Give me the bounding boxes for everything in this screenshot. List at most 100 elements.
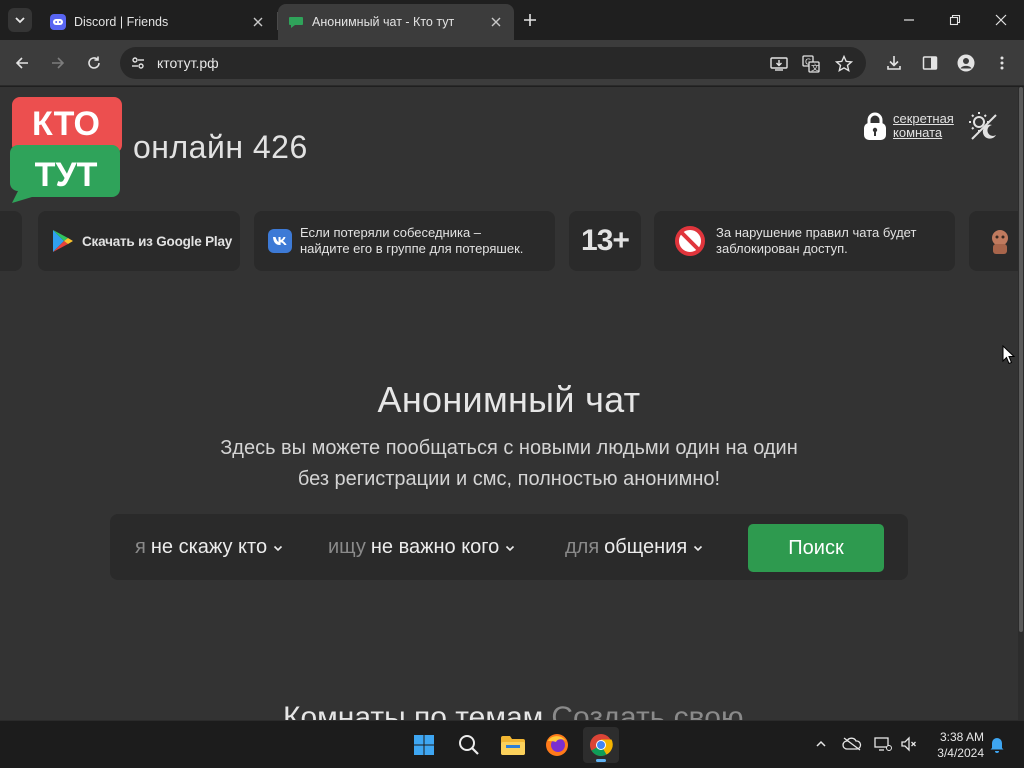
my-gender-value: не скажу кто <box>150 536 268 558</box>
tab-kto-tut[interactable]: Анонимный чат - Кто тут <box>278 4 514 40</box>
folder-icon <box>501 736 525 755</box>
tab-strip: Discord | Friends Анонимный чат - Кто ту… <box>0 0 1024 40</box>
close-tab-icon[interactable] <box>488 14 504 30</box>
close-window-button[interactable] <box>978 0 1024 40</box>
site-info-icon[interactable] <box>128 53 148 73</box>
online-counter: онлайн 426 <box>133 129 308 165</box>
search-icon <box>459 735 479 755</box>
info-cards-carousel[interactable]: Скачать из Google Play Если потеряли соб… <box>0 211 1018 271</box>
purpose-value: общения <box>604 536 688 558</box>
minimize-button[interactable] <box>886 0 932 40</box>
install-app-icon[interactable] <box>768 53 790 75</box>
menu-button[interactable] <box>988 49 1016 77</box>
rules-card-line1: За нарушение правил чата будет <box>716 225 917 240</box>
hero-subtitle: Здесь вы можете пообщаться с новыми людь… <box>0 433 1018 495</box>
taskbar-chrome[interactable] <box>583 727 619 763</box>
secret-room-link[interactable]: секретная комната <box>862 111 954 141</box>
chevron-up-icon <box>816 740 826 747</box>
chat-bubble-icon <box>288 14 304 30</box>
network-icon <box>874 737 892 751</box>
rules-warning-card[interactable]: За нарушение правил чата будет заблокиро… <box>654 211 955 271</box>
google-play-label: Скачать из Google Play <box>82 233 233 249</box>
seek-gender-select[interactable]: ищу не важно кого <box>328 536 515 559</box>
plus-icon <box>524 14 536 26</box>
tray-onedrive[interactable] <box>841 733 863 755</box>
tab-title: Анонимный чат - Кто тут <box>312 15 455 29</box>
taskbar-search-button[interactable] <box>451 727 487 763</box>
restore-button[interactable] <box>932 0 978 40</box>
page-content: КТО ТУТ онлайн 426 секретная комната Ска… <box>0 87 1018 720</box>
tab-title: Discord | Friends <box>74 15 169 29</box>
reload-icon <box>88 56 100 69</box>
notifications-button[interactable] <box>986 733 1008 755</box>
chrome-icon <box>590 734 613 756</box>
prohibited-icon <box>675 226 705 256</box>
theme-toggle-button[interactable] <box>968 111 998 141</box>
translate-icon[interactable]: G文 <box>800 53 822 75</box>
tray-overflow-button[interactable] <box>810 733 832 755</box>
vk-card-line1: Если потеряли собеседника – <box>300 225 482 240</box>
search-button[interactable]: Поиск <box>748 524 884 572</box>
discord-icon <box>50 14 66 30</box>
bookmark-star-icon[interactable] <box>833 53 855 75</box>
info-card-partial[interactable] <box>969 211 1018 271</box>
purpose-select[interactable]: для общения <box>565 536 703 559</box>
svg-text:文: 文 <box>811 63 819 73</box>
page-scrollbar[interactable] <box>1018 87 1024 720</box>
address-bar[interactable]: ктотут.рф G文 <box>120 47 866 79</box>
forward-button[interactable] <box>44 49 72 77</box>
system-clock[interactable]: 3:38 AM 3/4/2024 <box>928 729 984 761</box>
browser-toolbar: ктотут.рф G文 <box>0 40 1024 86</box>
tab-search-button[interactable] <box>8 8 32 32</box>
site-logo[interactable]: КТО ТУТ <box>10 95 122 203</box>
vk-icon <box>268 229 292 253</box>
character-icon <box>992 230 1008 254</box>
chevron-down-icon <box>15 17 25 24</box>
clock-time: 3:38 AM <box>939 730 984 744</box>
scrollbar-thumb[interactable] <box>1019 87 1023 632</box>
taskbar-file-explorer[interactable] <box>495 727 531 763</box>
tab-discord[interactable]: Discord | Friends <box>40 4 276 40</box>
reload-button[interactable] <box>80 49 108 77</box>
search-panel: я не скажу кто ищу не важно кого для общ… <box>110 514 908 580</box>
side-panel-button[interactable] <box>916 49 944 77</box>
my-gender-select[interactable]: я не скажу кто <box>135 536 283 559</box>
day-night-icon <box>969 112 997 140</box>
profile-icon <box>957 54 975 72</box>
profile-button[interactable] <box>952 49 980 77</box>
info-card-partial[interactable] <box>0 211 22 271</box>
back-button[interactable] <box>8 49 36 77</box>
cloud-off-icon <box>842 737 862 751</box>
speaker-muted-icon <box>901 736 916 752</box>
download-icon <box>887 56 901 70</box>
mouse-cursor-icon <box>1002 345 1016 365</box>
vk-group-card[interactable]: Если потеряли собеседника – найдите его … <box>254 211 555 271</box>
side-panel-icon <box>922 56 938 70</box>
logo-text-kto: КТО <box>32 105 100 143</box>
seek-gender-prefix: ищу <box>328 536 366 558</box>
kebab-menu-icon <box>1000 56 1004 70</box>
close-tab-icon[interactable] <box>250 14 266 30</box>
google-play-icon <box>53 230 73 252</box>
create-room-link[interactable]: Создать свою <box>551 701 743 720</box>
age-rating-card[interactable]: 13+ <box>569 211 641 271</box>
secret-room-line2: комната <box>893 125 943 140</box>
new-tab-button[interactable] <box>518 8 542 32</box>
firefox-icon <box>546 734 568 756</box>
taskbar-firefox[interactable] <box>539 727 575 763</box>
purpose-prefix: для <box>565 536 600 558</box>
google-play-card[interactable]: Скачать из Google Play <box>38 211 240 271</box>
minimize-icon <box>904 19 914 21</box>
seek-gender-value: не важно кого <box>370 536 500 558</box>
tray-network[interactable] <box>872 733 894 755</box>
secret-room-line1: секретная <box>893 111 954 126</box>
lock-icon <box>864 112 886 140</box>
downloads-button[interactable] <box>880 49 908 77</box>
tray-volume[interactable] <box>898 733 920 755</box>
rooms-title: Комнаты по темам <box>283 701 544 720</box>
rooms-heading: Комнаты по темам Создать свою <box>283 701 743 720</box>
browser-window: Discord | Friends Анонимный чат - Кто ту… <box>0 0 1024 720</box>
close-icon <box>995 14 1007 26</box>
restore-icon <box>949 14 961 26</box>
start-button[interactable] <box>406 727 442 763</box>
